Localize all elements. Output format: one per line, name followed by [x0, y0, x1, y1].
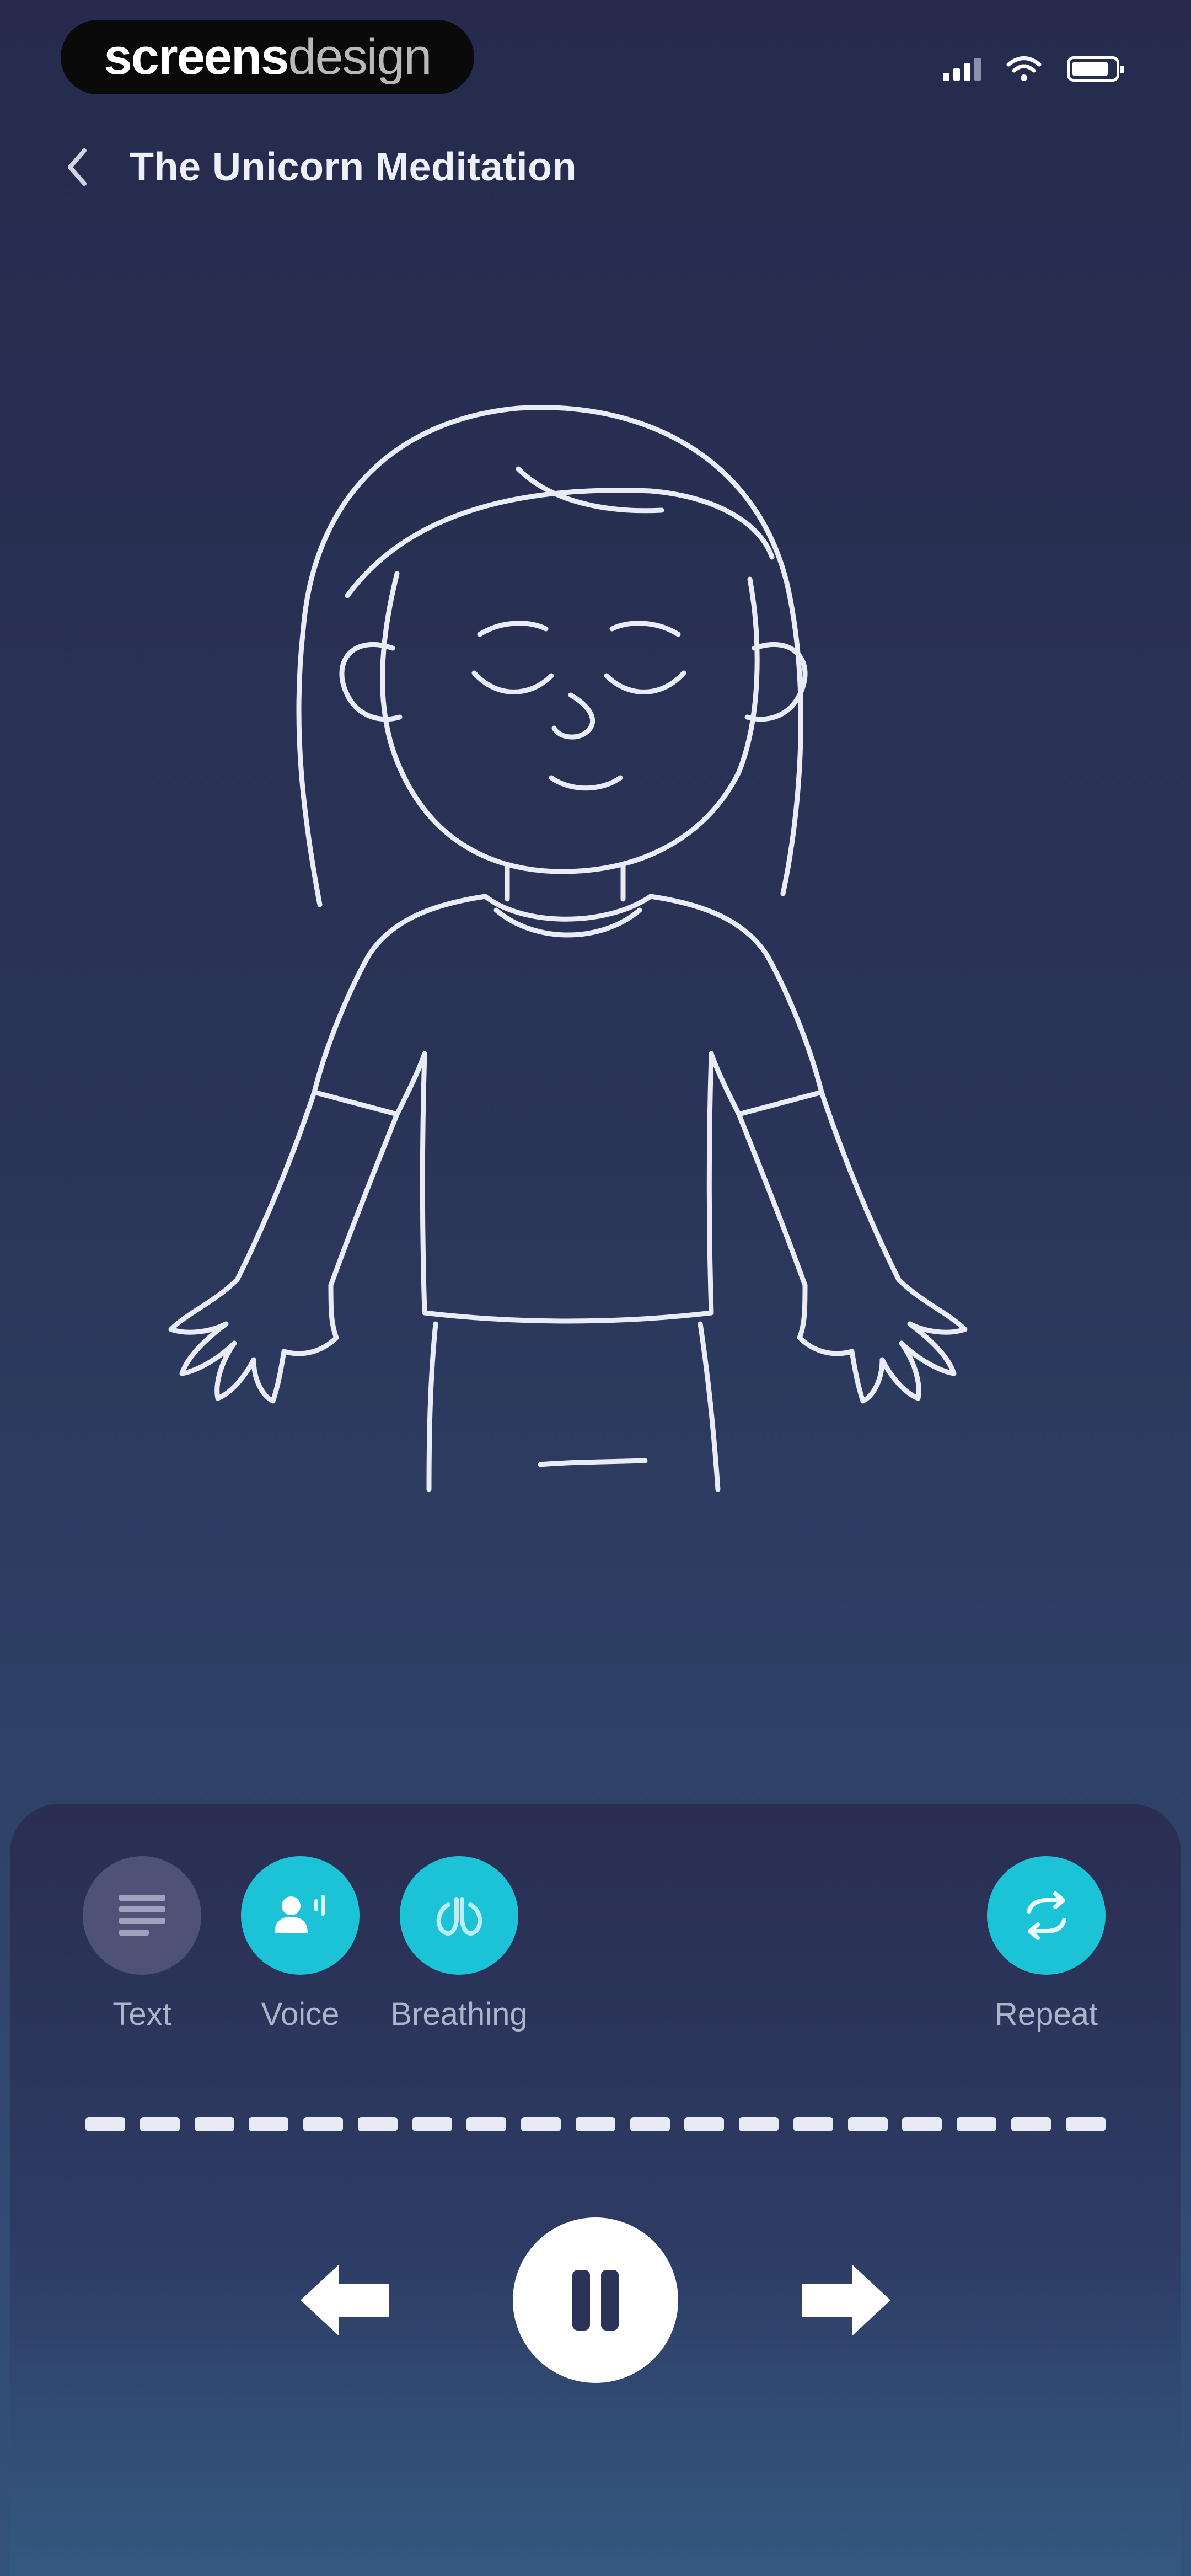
cellular-signal-icon [943, 57, 981, 81]
progress-segment [249, 2117, 289, 2131]
progress-track[interactable] [85, 2117, 1106, 2134]
repeat-label: Repeat [994, 1996, 1098, 2032]
breathing-toggle-button[interactable] [400, 1856, 518, 1975]
status-bar: screens design [0, 0, 1191, 116]
progress-segment [194, 2117, 234, 2131]
progress-segment [303, 2117, 344, 2131]
progress-segment [140, 2117, 180, 2131]
status-icons [943, 52, 1124, 85]
breathing-icon [436, 1896, 482, 1936]
previous-button[interactable] [292, 2256, 397, 2344]
pause-button[interactable] [513, 2217, 678, 2383]
progress-segment [684, 2117, 725, 2131]
progress-segment [521, 2117, 561, 2131]
arrow-right-icon [802, 2264, 890, 2336]
wifi-icon [1006, 56, 1042, 81]
progress-segment [1011, 2117, 1051, 2131]
screensdesign-watermark: screens design [61, 20, 474, 94]
text-toggle[interactable]: Text [83, 1856, 201, 2033]
repeat-toggle[interactable]: Repeat [987, 1856, 1106, 2033]
back-button[interactable] [52, 137, 102, 197]
voice-person-icon [274, 1894, 325, 1933]
progress-segment [1065, 2117, 1106, 2131]
breathing-label: Breathing [390, 1996, 528, 2032]
repeat-icon [1026, 1891, 1066, 1940]
next-button[interactable] [794, 2256, 899, 2344]
watermark-part1: screens [104, 29, 289, 85]
header: The Unicorn Meditation [52, 137, 577, 197]
progress-segment [739, 2117, 779, 2131]
arrow-left-icon [301, 2264, 389, 2336]
progress-segment [357, 2117, 398, 2131]
progress-segment [85, 2117, 125, 2131]
watermark-part2: design [288, 29, 432, 85]
voice-toggle[interactable]: Voice [241, 1856, 360, 2033]
progress-segment [412, 2117, 452, 2131]
progress-segment [793, 2117, 833, 2131]
battery-icon [1067, 56, 1124, 82]
progress-segment [630, 2117, 670, 2131]
voice-label: Voice [261, 1996, 340, 2032]
meditating-child-illustration [168, 405, 968, 1492]
progress-segment [902, 2117, 942, 2131]
breathing-toggle[interactable]: Breathing [380, 1856, 538, 2033]
progress-segment [957, 2117, 997, 2131]
page-title: The Unicorn Meditation [130, 145, 577, 189]
progress-segment [847, 2117, 888, 2131]
pause-icon [572, 2270, 619, 2331]
text-label: Text [112, 1996, 171, 2032]
text-toggle-button[interactable] [83, 1856, 201, 1975]
voice-toggle-button[interactable] [241, 1856, 360, 1975]
chevron-left-icon [68, 148, 87, 186]
progress-segment [466, 2117, 507, 2131]
progress-segment [575, 2117, 615, 2131]
repeat-toggle-button[interactable] [987, 1856, 1106, 1975]
text-lines-icon [119, 1894, 165, 1936]
